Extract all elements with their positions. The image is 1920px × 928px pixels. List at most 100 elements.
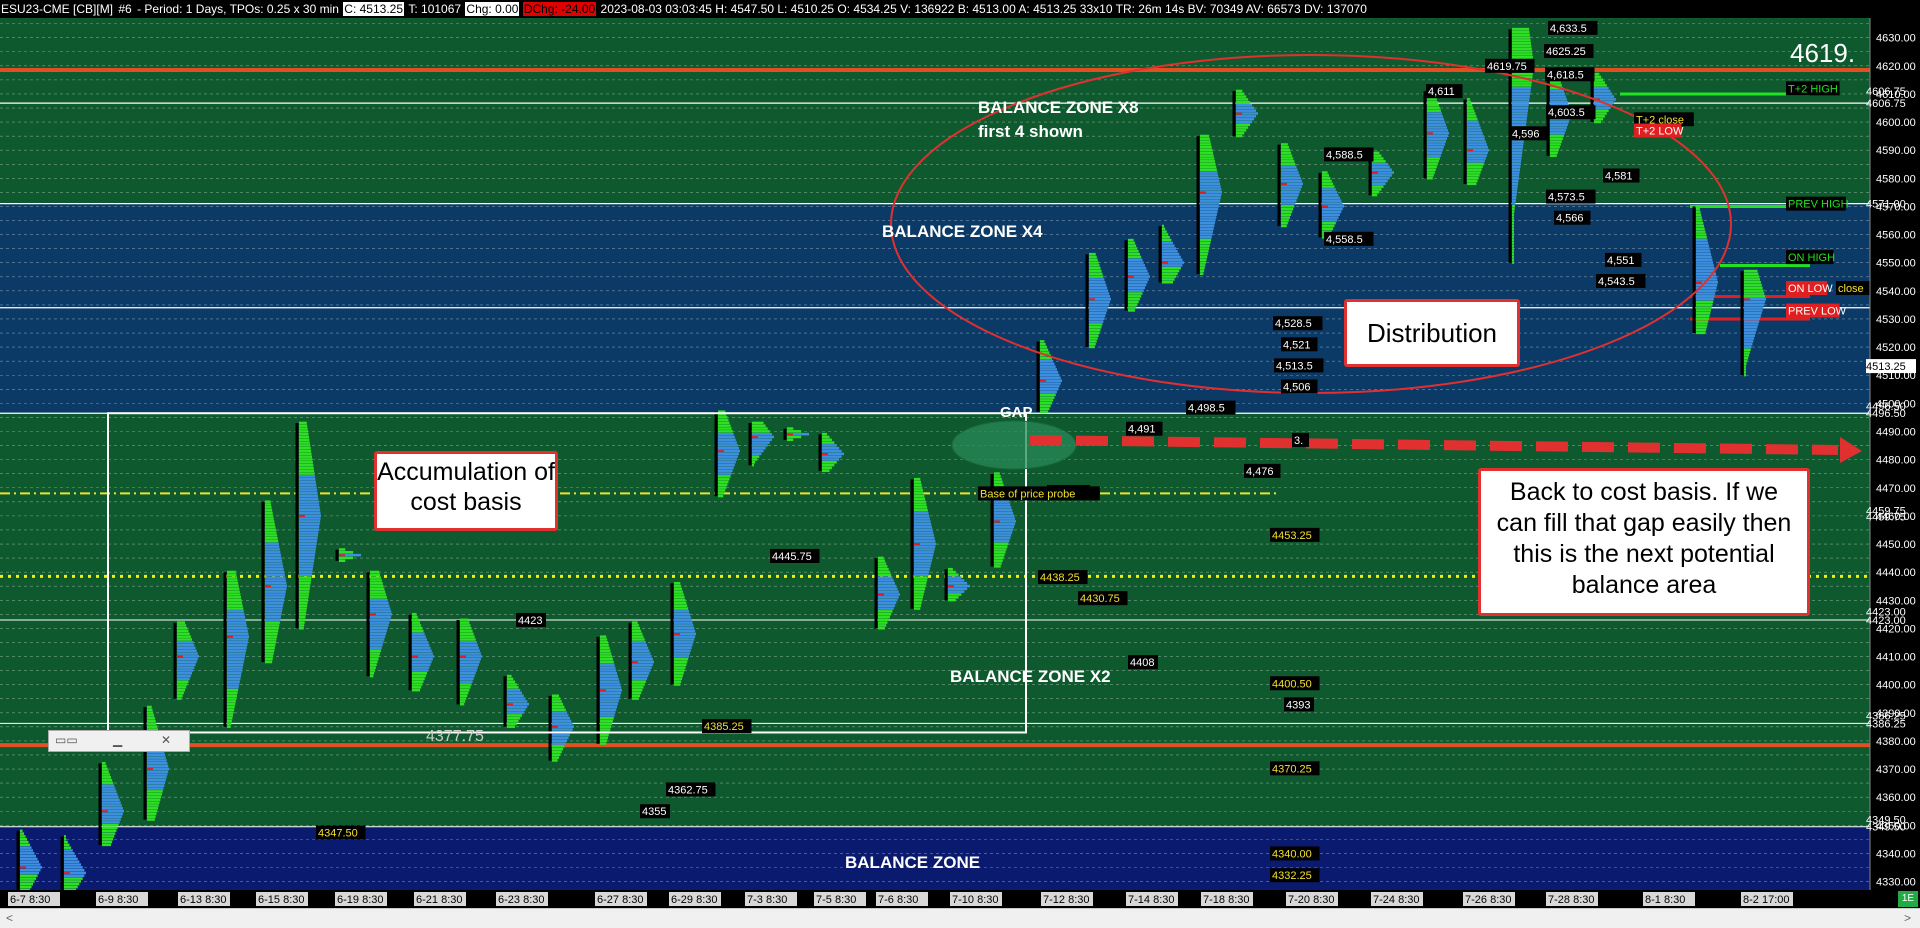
tpo-row	[177, 635, 191, 638]
tpo-row	[1512, 154, 1522, 157]
poc-marker	[20, 866, 26, 869]
tpo-row	[878, 612, 892, 616]
tpo-row	[20, 863, 41, 866]
tpo-row	[1162, 269, 1180, 273]
tpo-row	[460, 652, 481, 655]
tpo-row	[299, 463, 314, 467]
level-tag: T+2 HIGH	[1788, 83, 1838, 95]
horizontal-scrollbar[interactable]: < >	[0, 908, 1920, 928]
tpo-row	[177, 691, 184, 695]
restore-icon[interactable]: ▭▭	[55, 733, 78, 747]
tpo-row	[1512, 112, 1528, 115]
tpo-row	[177, 672, 193, 675]
tpo-row	[600, 677, 619, 681]
tpo-row	[1281, 199, 1297, 202]
tpo-row	[1744, 306, 1764, 309]
tpo-row	[1744, 278, 1761, 281]
tpo-row	[412, 624, 422, 627]
tpo-row	[552, 700, 562, 703]
tpo-row	[1236, 92, 1245, 96]
tpo-row	[1372, 185, 1384, 188]
tpo-row	[227, 674, 241, 678]
tpo-row	[600, 635, 607, 638]
tpo-row	[600, 638, 608, 641]
tpo-row	[1200, 207, 1219, 211]
tpo-row	[994, 503, 1011, 506]
tpo-row	[265, 536, 278, 540]
market-profile-chart[interactable]: 4,633.5 4625.25 4,618.5 4619.75 4,611 4,603.5…	[0, 0, 1920, 890]
tpo-row	[1162, 247, 1177, 250]
tpo-row	[994, 477, 1002, 481]
minimize-icon[interactable]: ▁	[113, 733, 122, 747]
accumulation-callout[interactable]: Accumulation of cost basis	[374, 451, 558, 531]
floating-mini-window[interactable]: ▭▭ ▁ ✕	[48, 730, 190, 752]
tpo-row	[1200, 165, 1217, 169]
tpo-row	[1696, 241, 1709, 245]
tpo-row	[265, 590, 286, 593]
tpo-row	[1040, 393, 1056, 397]
tpo-row	[299, 615, 306, 619]
tpo-row	[787, 438, 794, 442]
tpo-row	[299, 562, 314, 565]
tpo-row	[299, 441, 310, 444]
tpo-row	[1696, 255, 1712, 259]
tpo-row	[370, 635, 386, 638]
tpo-row	[1236, 134, 1243, 138]
tpo-row	[1696, 317, 1709, 321]
tpo-row	[370, 649, 381, 653]
scroll-left-icon[interactable]: <	[6, 911, 13, 925]
tpo-row	[1200, 145, 1212, 149]
tpo-row	[1427, 106, 1440, 110]
tpo-row	[674, 663, 687, 667]
tpo-row	[1200, 252, 1208, 256]
tpo-row	[1696, 258, 1713, 262]
tpo-row	[265, 503, 272, 506]
tpo-row	[1512, 89, 1531, 93]
tpo-row	[914, 486, 923, 489]
tpo-row	[20, 871, 40, 875]
tpo-row	[1512, 221, 1514, 225]
tpo-row	[1200, 241, 1211, 245]
scroll-right-icon[interactable]: >	[1904, 911, 1911, 925]
tpo-row	[20, 837, 28, 841]
tpo-row	[370, 576, 381, 579]
tpo-row	[914, 525, 932, 529]
tpo-row	[1040, 362, 1055, 366]
tpo-row	[600, 652, 612, 655]
tpo-row	[299, 508, 321, 512]
tpo-row	[552, 722, 573, 726]
close-icon[interactable]: ✕	[161, 733, 171, 747]
tpo-row	[299, 624, 305, 627]
price-tick: 4550.00	[1876, 258, 1916, 270]
tpo-row	[787, 435, 802, 439]
tpo-row	[822, 455, 842, 458]
tpo-row	[718, 421, 730, 425]
tpo-row	[600, 736, 608, 740]
tpo-row	[914, 601, 922, 605]
time-label: 7-3 8:30	[747, 894, 787, 906]
tpo-row	[1089, 289, 1109, 292]
distribution-callout[interactable]: Distribution	[1344, 299, 1520, 367]
tpo-row	[177, 677, 190, 681]
tpo-row	[1200, 213, 1217, 217]
tpo-row	[1512, 160, 1522, 163]
tpo-row	[299, 581, 311, 585]
tpo-row	[1467, 129, 1482, 132]
tpo-row	[914, 500, 926, 503]
tpo-row	[994, 475, 1001, 478]
tpo-row	[147, 812, 157, 816]
tpo-row	[1467, 103, 1473, 107]
tpo-row	[718, 432, 734, 436]
price-tick: 4490.00	[1876, 426, 1916, 438]
tpo-row	[412, 666, 430, 669]
tpo-row	[718, 441, 737, 444]
tpo-row	[1467, 182, 1477, 186]
tpo-row	[1281, 174, 1300, 177]
tpo-row	[299, 626, 304, 630]
tpo-row	[20, 860, 40, 863]
price-label: 4,521	[1283, 339, 1311, 351]
tpo-row	[460, 669, 477, 672]
tpo-row	[102, 767, 108, 771]
tpo-row	[265, 534, 278, 537]
back-to-cost-basis-callout[interactable]: Back to cost basis. If we can fill that …	[1478, 468, 1810, 616]
